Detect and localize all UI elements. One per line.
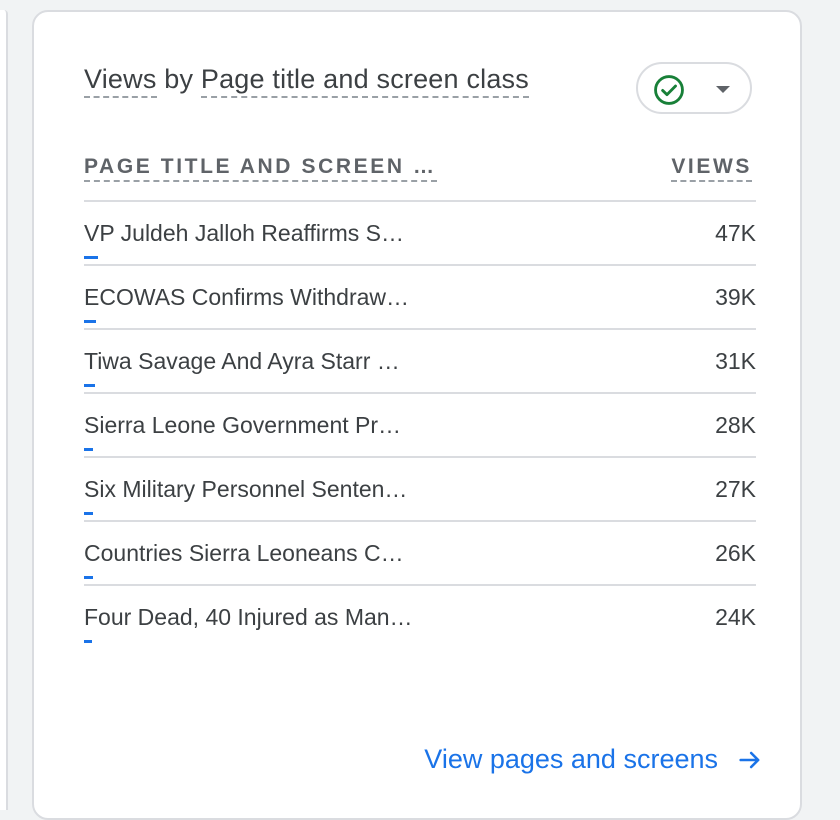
row-views: 24K — [715, 604, 756, 630]
row-share-bar — [84, 640, 93, 643]
row-page-title: ECOWAS Confirms Withdraw… — [84, 284, 410, 310]
column-header-page-title[interactable]: PAGE TITLE AND SCREEN … — [84, 155, 437, 182]
row-page-title: Six Military Personnel Senten… — [84, 476, 408, 502]
row-page-title: Countries Sierra Leoneans C… — [84, 540, 404, 566]
dimension-selector[interactable]: Page title and screen class — [200, 64, 529, 98]
row-bar-track — [84, 384, 756, 387]
table-body: VP Juldeh Jalloh Reaffirms S… 47K ECOWAS… — [84, 202, 756, 648]
row-share-bar — [84, 448, 94, 451]
row-share-bar — [84, 320, 97, 323]
metric-selector[interactable]: Views — [84, 64, 157, 98]
row-page-title: Sierra Leone Government Pr… — [84, 412, 402, 438]
table-row: ECOWAS Confirms Withdraw… 39K — [84, 266, 756, 330]
row-bar-track — [84, 448, 756, 451]
title-connector: by — [164, 64, 194, 94]
view-pages-and-screens-link[interactable]: View pages and screens — [424, 744, 764, 775]
row-bar-track — [84, 640, 756, 643]
adjacent-card-edge — [0, 10, 8, 810]
views-by-page-title-card: Views by Page title and screen class PAG… — [32, 10, 802, 820]
table-row: Four Dead, 40 Injured as Man… 24K — [84, 586, 756, 648]
row-share-bar — [84, 384, 95, 387]
row-page-title: Tiwa Savage And Ayra Starr … — [84, 348, 400, 374]
table-row: VP Juldeh Jalloh Reaffirms S… 47K — [84, 202, 756, 266]
row-share-bar — [84, 512, 93, 515]
comparison-dropdown-button[interactable] — [636, 62, 752, 114]
check-circle-icon — [654, 75, 684, 105]
row-bar-track — [84, 256, 756, 259]
row-page-title: Four Dead, 40 Injured as Man… — [84, 604, 413, 630]
row-page-title: VP Juldeh Jalloh Reaffirms S… — [84, 220, 405, 246]
table-row: Six Military Personnel Senten… 27K — [84, 458, 756, 522]
row-bar-track — [84, 320, 756, 323]
row-share-bar — [84, 576, 93, 579]
row-views: 27K — [715, 476, 756, 502]
row-views: 31K — [715, 348, 756, 374]
arrow-right-icon — [739, 751, 760, 768]
card-title: Views by Page title and screen class — [84, 64, 529, 98]
table-row: Sierra Leone Government Pr… 28K — [84, 394, 756, 458]
row-share-bar — [84, 256, 99, 259]
table-row: Countries Sierra Leoneans C… 26K — [84, 522, 756, 586]
table-row: Tiwa Savage And Ayra Starr … 31K — [84, 330, 756, 394]
view-pages-and-screens-label: View pages and screens — [424, 744, 718, 774]
row-views: 28K — [715, 412, 756, 438]
row-views: 39K — [715, 284, 756, 310]
row-views: 26K — [715, 540, 756, 566]
caret-down-icon — [716, 86, 730, 93]
row-views: 47K — [715, 220, 756, 246]
row-bar-track — [84, 512, 756, 515]
column-header-views[interactable]: VIEWS — [671, 155, 752, 182]
row-bar-track — [84, 576, 756, 579]
